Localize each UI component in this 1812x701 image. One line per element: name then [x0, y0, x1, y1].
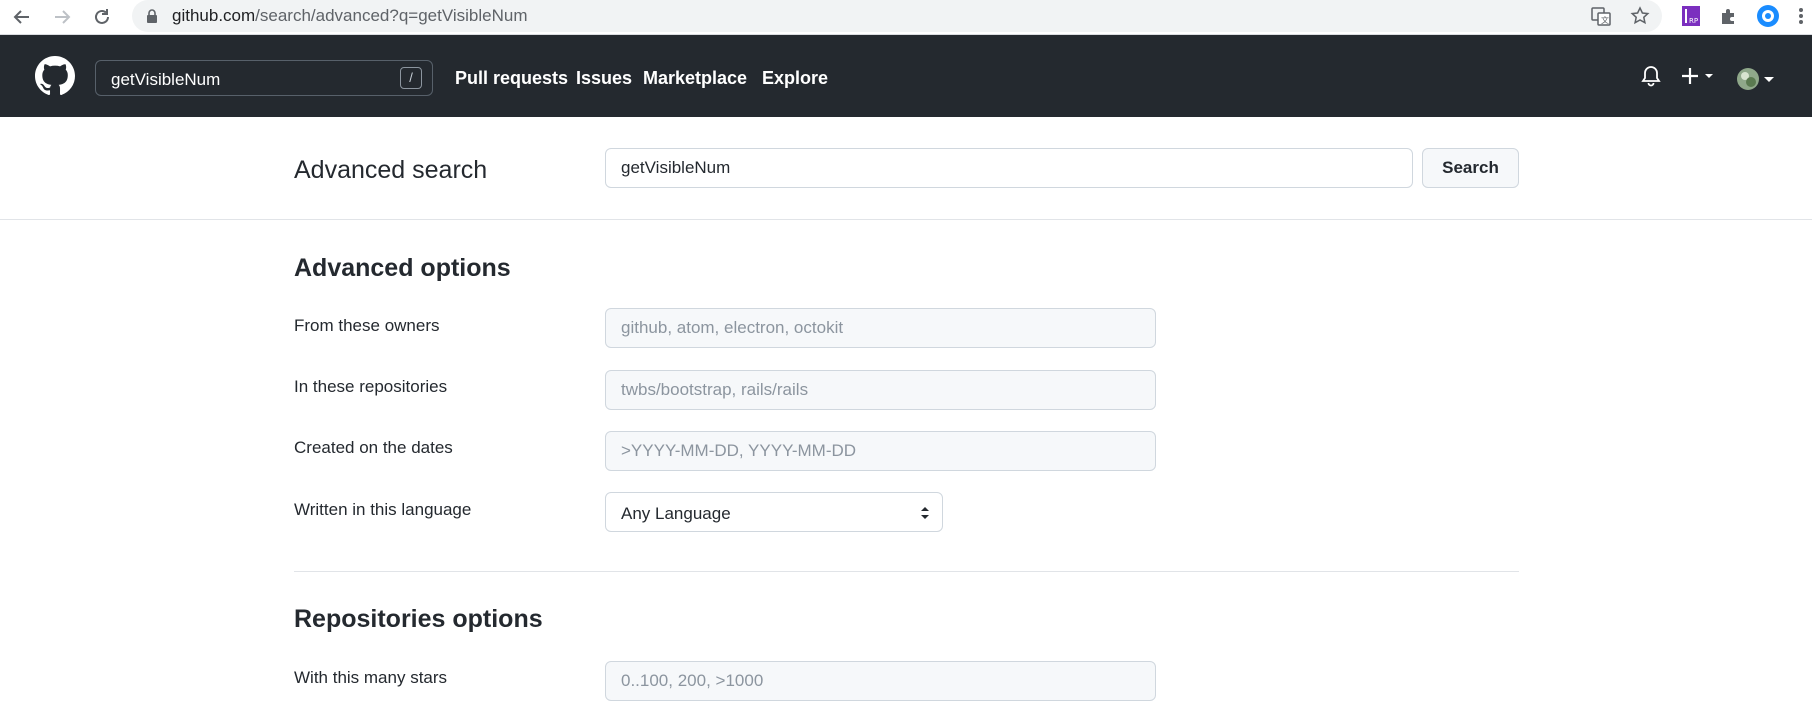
- search-title-row: Advanced search Search: [0, 117, 1812, 220]
- language-selected-value: Any Language: [621, 504, 731, 523]
- language-select[interactable]: Any Language: [605, 492, 943, 532]
- slash-shortcut-hint: /: [400, 67, 422, 89]
- advanced-search-input[interactable]: [605, 148, 1413, 188]
- chrome-menu-icon[interactable]: [1796, 4, 1806, 28]
- search-button[interactable]: Search: [1422, 148, 1519, 188]
- dates-field[interactable]: [605, 431, 1156, 471]
- reload-icon[interactable]: [90, 5, 114, 29]
- user-menu-dropdown[interactable]: [1736, 67, 1784, 96]
- create-new-dropdown[interactable]: [1681, 65, 1721, 92]
- back-icon[interactable]: [10, 5, 34, 29]
- stars-label: With this many stars: [294, 668, 448, 687]
- nav-marketplace[interactable]: Marketplace: [643, 68, 747, 89]
- github-logo-icon[interactable]: [35, 56, 75, 96]
- stars-field[interactable]: [605, 661, 1156, 701]
- profile-extension-icon[interactable]: [1756, 4, 1780, 28]
- svg-text:文: 文: [1601, 15, 1609, 25]
- bell-icon[interactable]: [1640, 65, 1662, 92]
- advanced-options-heading: Advanced options: [294, 254, 511, 282]
- translate-icon[interactable]: 文: [1590, 5, 1612, 27]
- bookmark-star-icon[interactable]: [1629, 5, 1651, 27]
- header-search-value: getVisibleNum: [111, 70, 221, 89]
- section-divider: [294, 571, 1519, 572]
- svg-text:RP: RP: [1689, 17, 1698, 25]
- page-title: Advanced search: [294, 156, 488, 184]
- owners-field[interactable]: [605, 308, 1156, 348]
- nav-issues[interactable]: Issues: [576, 68, 632, 89]
- url-text: github.com/search/advanced?q=getVisibleN…: [172, 6, 528, 25]
- nav-pull-requests[interactable]: Pull requests: [455, 68, 568, 89]
- dates-label: Created on the dates: [294, 438, 453, 457]
- select-arrows-icon: [920, 505, 930, 526]
- repositories-label: In these repositories: [294, 377, 448, 396]
- browser-toolbar: github.com/search/advanced?q=getVisibleN…: [0, 0, 1812, 35]
- language-label: Written in this language: [294, 500, 472, 519]
- nav-explore[interactable]: Explore: [762, 68, 828, 89]
- forward-icon[interactable]: [50, 5, 74, 29]
- extensions-puzzle-icon[interactable]: [1717, 4, 1741, 28]
- repositories-options-heading: Repositories options: [294, 605, 543, 633]
- header-search-input[interactable]: getVisibleNum /: [95, 60, 433, 96]
- github-header: getVisibleNum / Pull requests Issues Mar…: [0, 35, 1812, 117]
- rp-extension-icon[interactable]: RP: [1679, 4, 1703, 28]
- owners-label: From these owners: [294, 316, 440, 335]
- repositories-field[interactable]: [605, 370, 1156, 410]
- address-bar[interactable]: github.com/search/advanced?q=getVisibleN…: [132, 0, 1662, 32]
- avatar[interactable]: [1736, 68, 1784, 95]
- lock-icon: [146, 9, 158, 28]
